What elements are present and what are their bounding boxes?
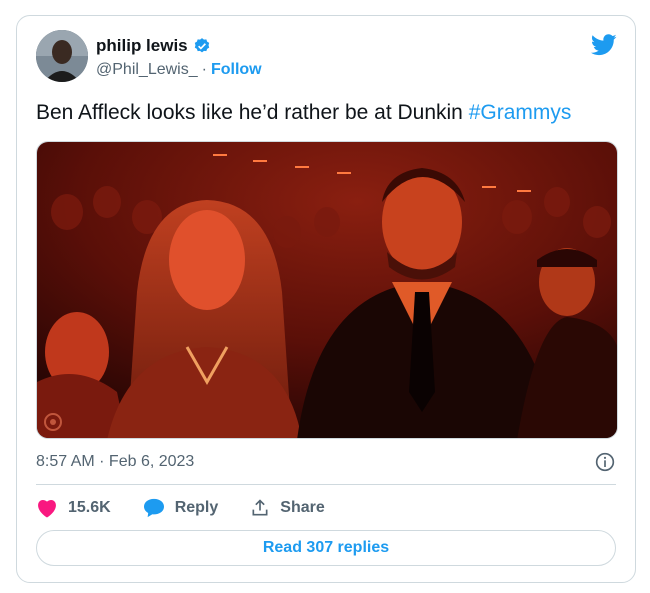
- reply-bubble-icon: [143, 498, 164, 518]
- reply-label: Reply: [174, 499, 219, 516]
- divider: [36, 484, 616, 485]
- tweet-text: Ben Affleck looks like he’d rather be at…: [36, 100, 571, 126]
- share-icon: [252, 499, 268, 516]
- like-button[interactable]: 15.6K: [36, 498, 111, 518]
- tweet-media-image[interactable]: [36, 141, 618, 439]
- share-label: Share: [280, 499, 325, 516]
- tweet-timestamp[interactable]: 8:57 AM · Feb 6, 2023: [36, 453, 194, 471]
- hashtag-link[interactable]: #Grammys: [469, 101, 572, 124]
- share-button[interactable]: Share: [250, 498, 325, 518]
- tweet-body: Ben Affleck looks like he’d rather be at…: [36, 101, 469, 124]
- heart-icon: [38, 500, 56, 518]
- action-bar: 15.6K Reply Share: [36, 498, 357, 518]
- author-handle[interactable]: @Phil_Lewis_: [96, 61, 198, 79]
- author-name-row[interactable]: philip lewis: [96, 36, 211, 56]
- reply-button[interactable]: Reply: [143, 498, 219, 518]
- read-replies-button[interactable]: Read 307 replies: [36, 530, 616, 566]
- like-count: 15.6K: [68, 499, 111, 516]
- author-name[interactable]: philip lewis: [96, 36, 188, 56]
- tweet-card: philip lewis @Phil_Lewis_ · Follow Ben A…: [16, 15, 636, 583]
- avatar[interactable]: [36, 30, 88, 82]
- twitter-bird-icon[interactable]: [590, 34, 617, 61]
- follow-button[interactable]: Follow: [211, 61, 262, 79]
- info-icon[interactable]: [595, 452, 615, 477]
- author-handle-row: @Phil_Lewis_ · Follow: [96, 61, 262, 79]
- verified-badge-icon: [194, 38, 209, 53]
- separator-dot: ·: [201, 61, 207, 78]
